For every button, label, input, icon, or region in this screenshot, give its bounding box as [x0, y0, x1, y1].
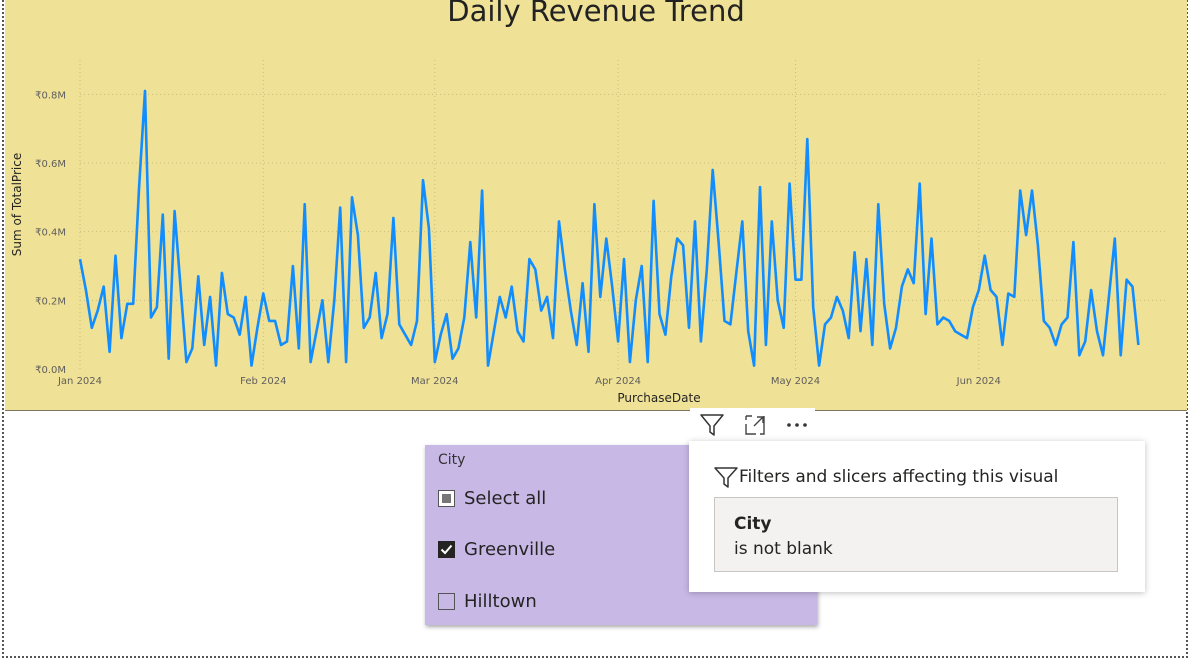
line-chart-visual[interactable]: Daily Revenue Trend ₹0.0M ₹0.2M ₹0.4M ₹0.6M… — [5, 0, 1187, 411]
y-tick-label: ₹0.0M — [35, 365, 66, 376]
slicer-item-label: Select all — [464, 487, 547, 509]
slicer-item-greenville[interactable]: Greenville — [438, 537, 555, 561]
x-tick-label: Jun 2024 — [956, 376, 1001, 387]
y-tick-label: ₹0.2M — [35, 296, 66, 307]
slicer-item-label: Greenville — [464, 538, 556, 560]
filter-condition: is not blank — [734, 539, 833, 559]
x-tick-label: May 2024 — [771, 376, 820, 387]
focus-mode-icon[interactable] — [740, 410, 770, 440]
slicer-item-hilltown[interactable]: Hilltown — [438, 589, 537, 613]
more-options-icon[interactable] — [782, 410, 812, 440]
unchecked-checkbox-icon[interactable] — [438, 592, 455, 610]
filter-icon — [714, 467, 738, 488]
checked-checkbox-icon[interactable] — [438, 540, 455, 558]
filter-icon[interactable] — [697, 410, 727, 440]
y-tick-label: ₹0.8M — [35, 90, 66, 101]
flyout-heading-text: Filters and slicers affecting this visua… — [739, 467, 1059, 487]
filter-field-name: City — [734, 514, 772, 534]
line-chart[interactable]: ₹0.0M ₹0.2M ₹0.4M ₹0.6M ₹0.8M Jan 2024 Feb 202… — [5, 0, 1187, 410]
y-axis-label: Sum of TotalPrice — [10, 153, 24, 256]
y-tick-label: ₹0.6M — [35, 159, 66, 170]
y-tick-label: ₹0.4M — [35, 228, 66, 239]
flyout-heading: Filters and slicers affecting this visua… — [713, 465, 1058, 489]
x-tick-label: Apr 2024 — [595, 376, 641, 387]
slicer-item-label: Hilltown — [464, 590, 537, 612]
slicer-item-select-all[interactable]: Select all — [438, 486, 546, 510]
series-line — [78, 89, 1140, 367]
x-axis-label: PurchaseDate — [617, 391, 700, 405]
x-tick-label: Feb 2024 — [240, 376, 286, 387]
x-tick-label: Mar 2024 — [411, 376, 459, 387]
slicer-title: City — [438, 452, 466, 468]
x-tick-label: Jan 2024 — [57, 376, 102, 387]
filters-flyout: Filters and slicers affecting this visua… — [689, 441, 1145, 592]
partial-checkbox-icon[interactable] — [438, 489, 455, 507]
filter-card[interactable]: City is not blank — [714, 497, 1118, 572]
